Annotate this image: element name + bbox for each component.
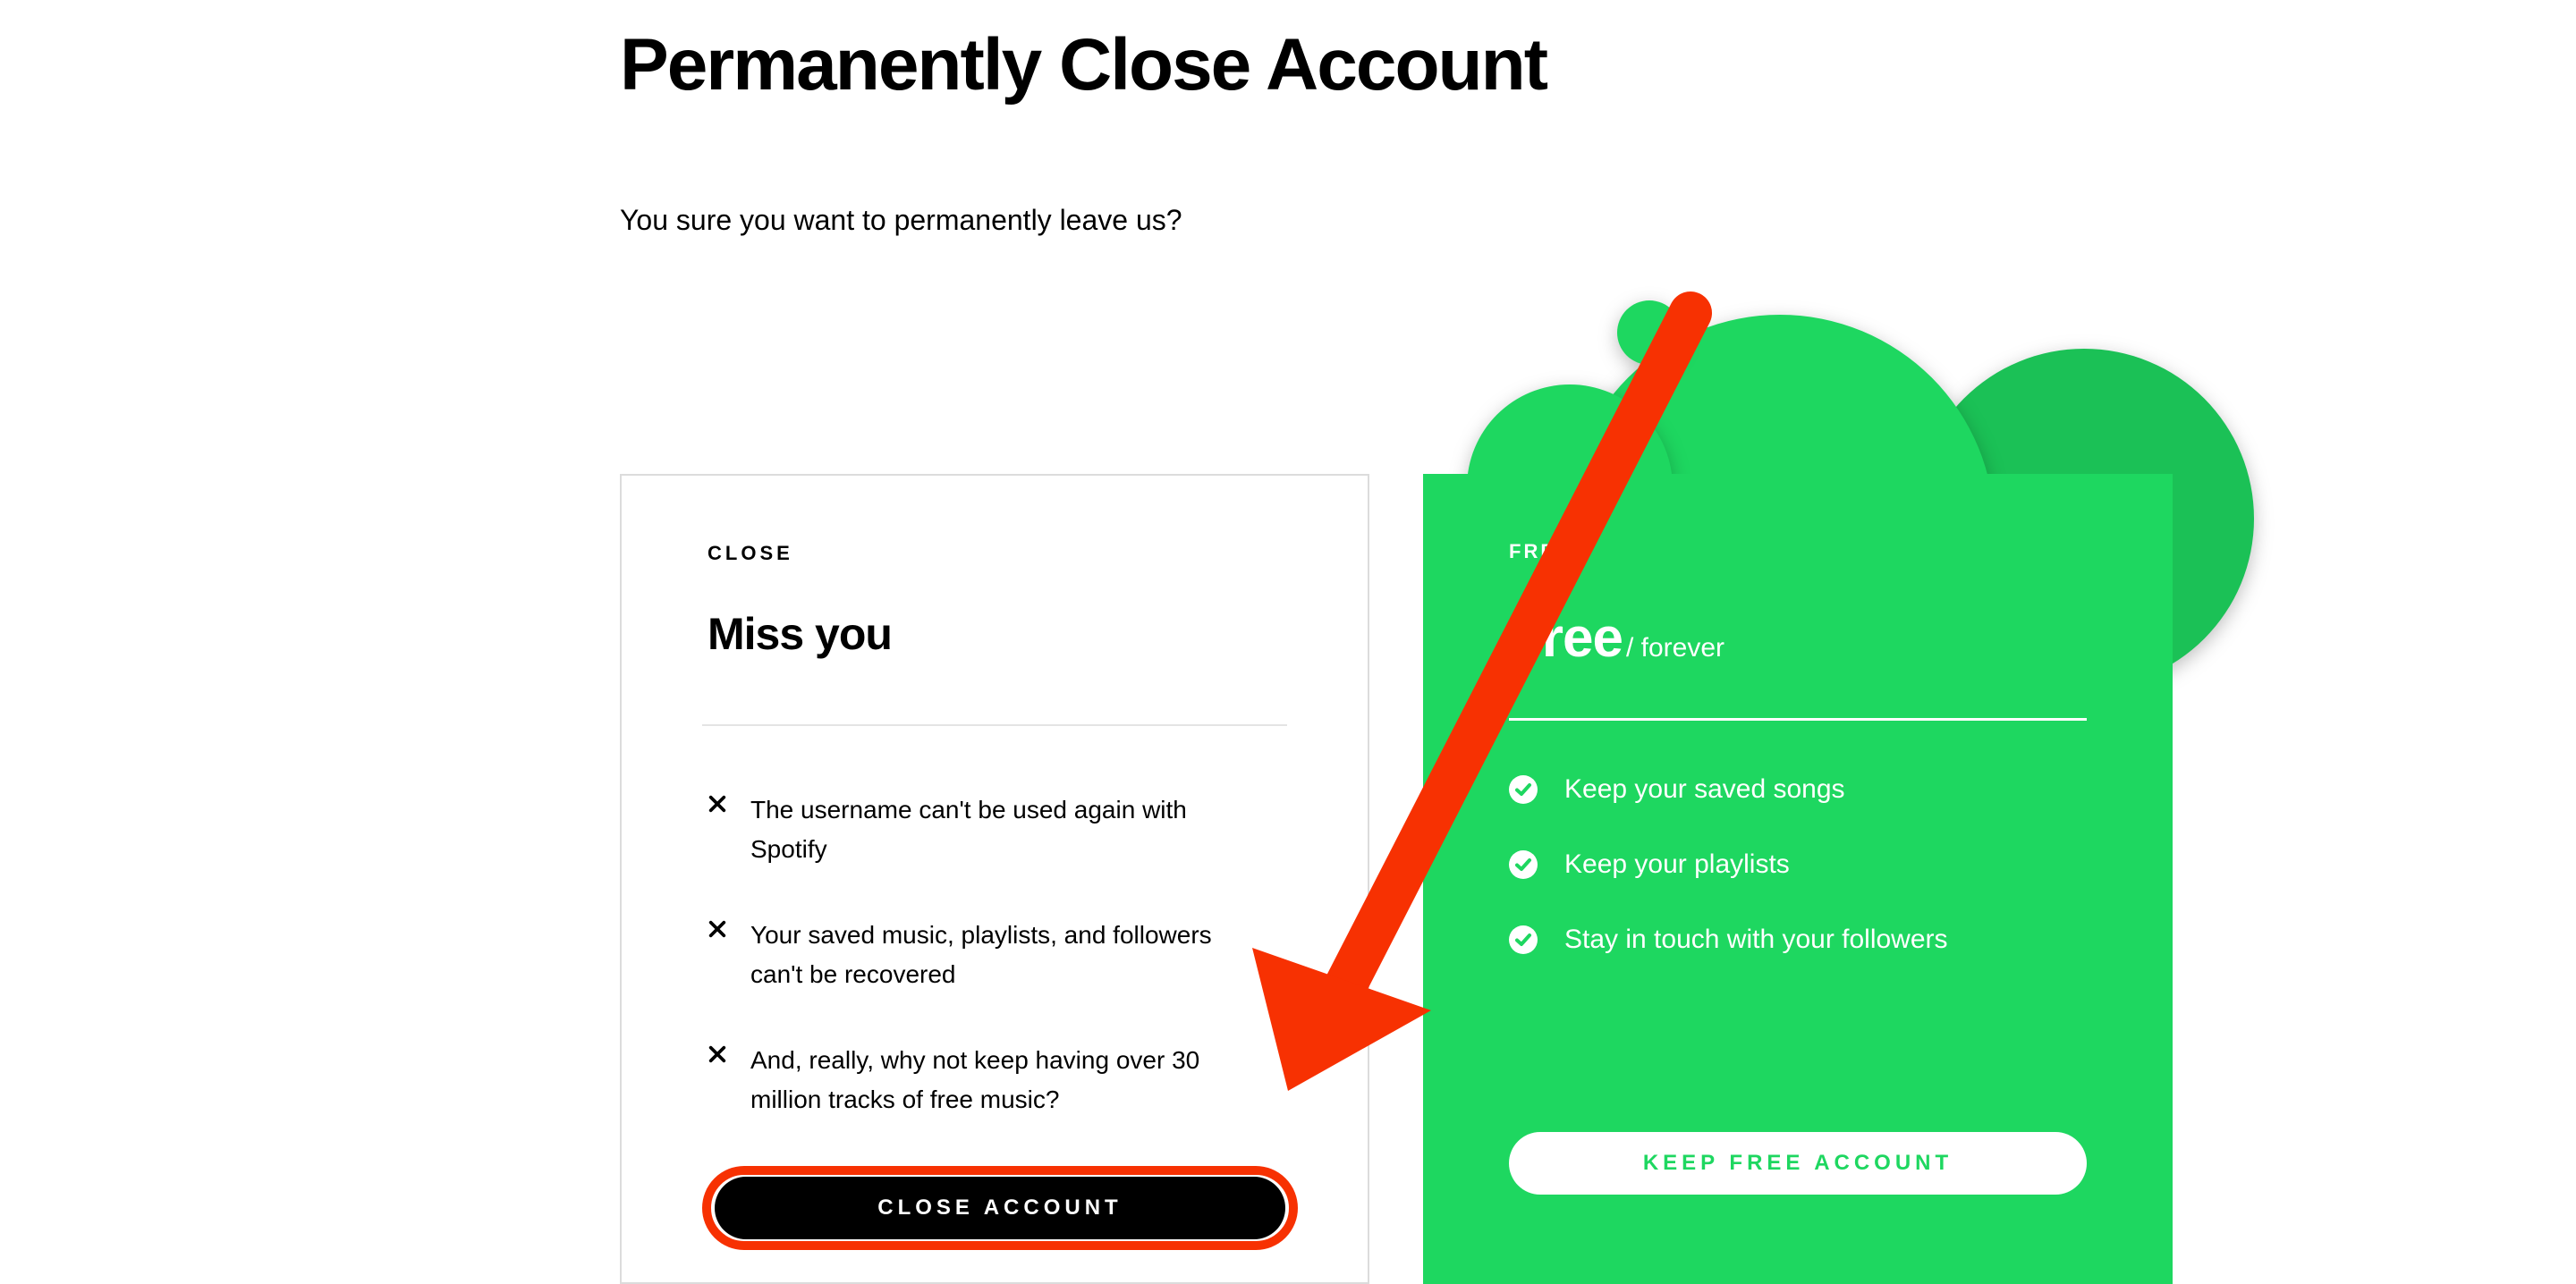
close-item-text: And, really, why not keep having over 30… xyxy=(750,1041,1233,1119)
close-item-text: Your saved music, playlists, and followe… xyxy=(750,916,1233,994)
close-panel-label: CLOSE xyxy=(708,542,1282,565)
keep-free-account-button[interactable]: KEEP FREE ACCOUNT xyxy=(1509,1132,2087,1195)
free-item-text: Keep your playlists xyxy=(1564,849,1790,880)
page-title: Permanently Close Account xyxy=(620,23,1546,107)
list-item: Keep your saved songs xyxy=(1509,774,2087,805)
free-title: Free xyxy=(1509,606,1623,670)
check-circle-icon xyxy=(1509,925,1538,954)
x-icon xyxy=(708,919,727,939)
free-item-text: Stay in touch with your followers xyxy=(1564,925,1948,955)
divider xyxy=(702,724,1287,726)
keep-free-panel: FREE Free / forever Keep your saved song… xyxy=(1423,474,2173,1284)
check-circle-icon xyxy=(1509,850,1538,879)
check-circle-icon xyxy=(1509,775,1538,804)
divider xyxy=(1509,718,2087,721)
free-panel-heading: Free / forever xyxy=(1509,606,2087,670)
x-icon xyxy=(708,794,727,814)
page-subtitle: You sure you want to permanently leave u… xyxy=(620,204,1182,237)
free-item-text: Keep your saved songs xyxy=(1564,774,1845,805)
x-icon xyxy=(708,1044,727,1064)
close-account-button[interactable]: CLOSE ACCOUNT xyxy=(715,1177,1285,1239)
list-item: The username can't be used again with Sp… xyxy=(708,790,1282,869)
cloud-decoration xyxy=(1617,300,1682,365)
list-item: Keep your playlists xyxy=(1509,849,2087,880)
list-item: And, really, why not keep having over 30… xyxy=(708,1041,1282,1119)
list-item: Your saved music, playlists, and followe… xyxy=(708,916,1282,994)
close-panel-heading: Miss you xyxy=(708,608,1282,660)
free-suffix: / forever xyxy=(1626,633,1724,663)
close-account-panel: CLOSE Miss you The username can't be use… xyxy=(620,474,1369,1284)
list-item: Stay in touch with your followers xyxy=(1509,925,2087,955)
close-item-text: The username can't be used again with Sp… xyxy=(750,790,1233,869)
cloud-decoration xyxy=(1423,474,2173,510)
free-panel-label: FREE xyxy=(1509,540,2087,563)
